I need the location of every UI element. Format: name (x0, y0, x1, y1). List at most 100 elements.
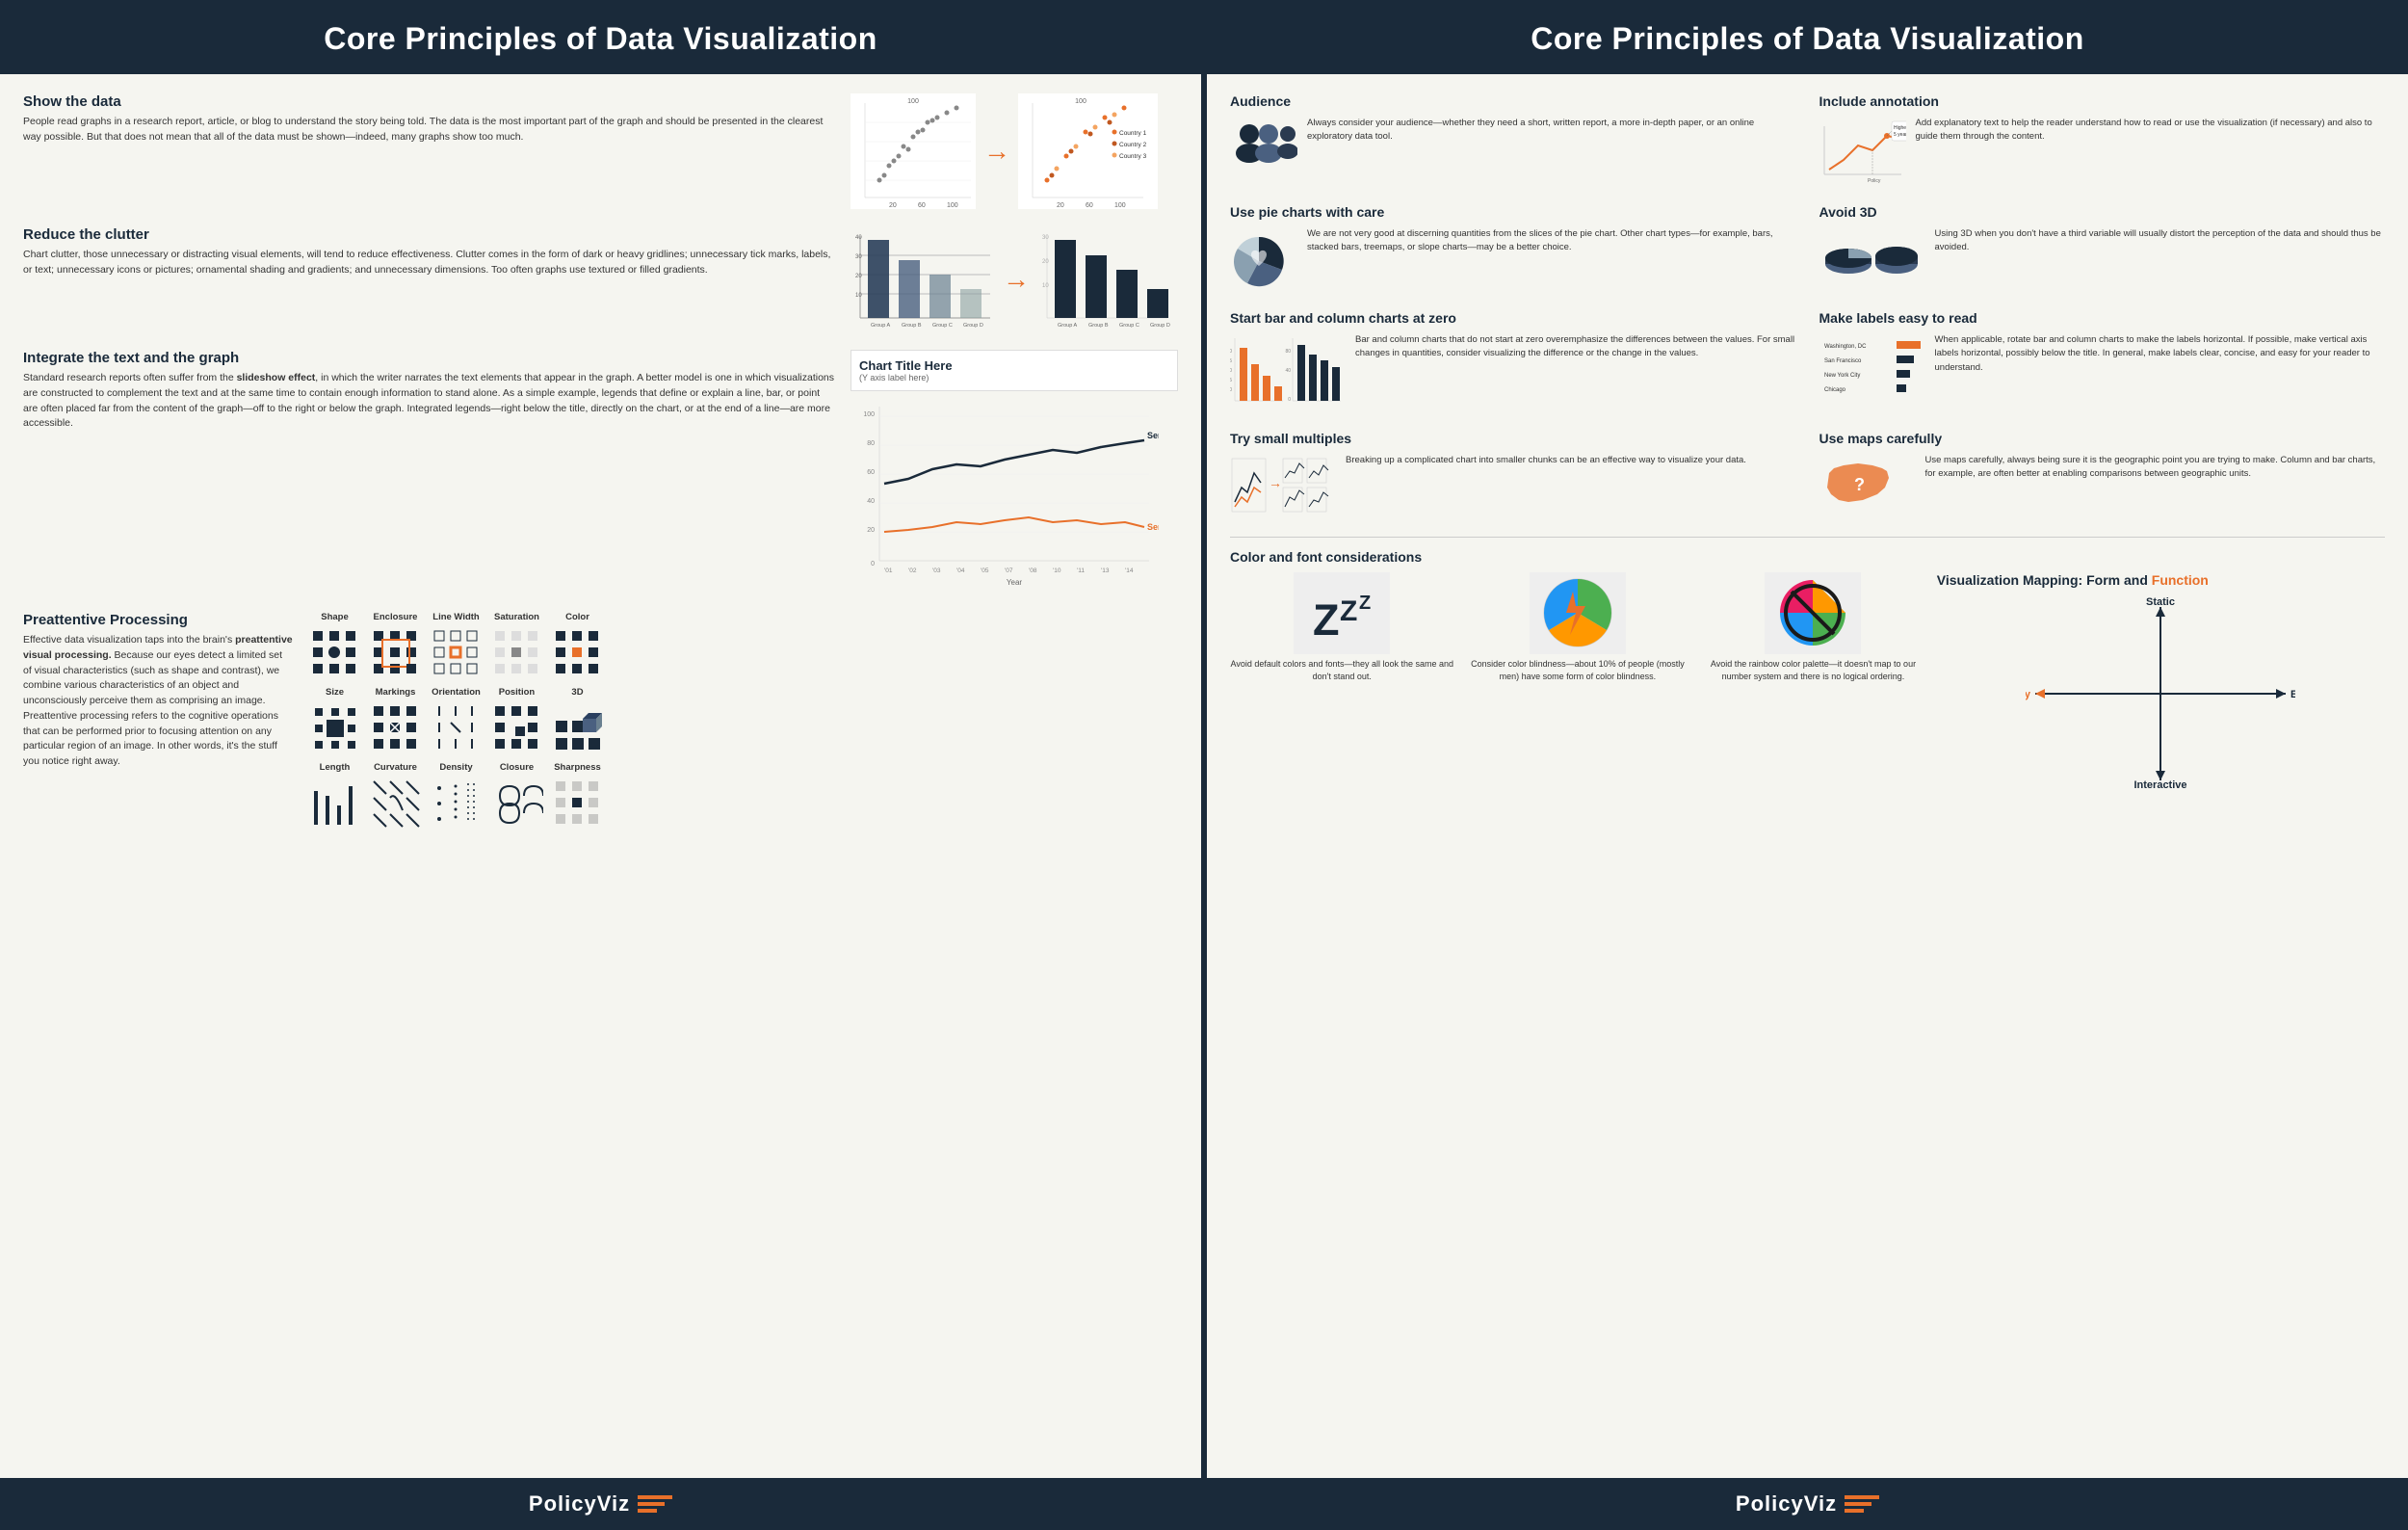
svg-text:20: 20 (867, 527, 875, 534)
labels-section: Make labels easy to read Washington, DC … (1819, 310, 2386, 415)
pre-3d-svg (551, 701, 604, 754)
pre-shape: Shape (308, 612, 361, 679)
footer-line-1 (638, 1495, 672, 1499)
pre-density-svg (430, 777, 483, 830)
svg-text:40: 40 (855, 235, 862, 241)
svg-text:Highest point in: Highest point in (1894, 125, 1906, 131)
avoid3d-text: Using 3D when you don't have a third var… (1935, 227, 2386, 255)
start-zero-chart: 80 75 70 65 60 (1230, 333, 1346, 410)
svg-text:0: 0 (1288, 397, 1291, 403)
svg-text:'05: '05 (981, 567, 989, 574)
preattentive-title: Preattentive Processing (23, 612, 293, 628)
annotation-section: Include annotation (1819, 93, 2386, 189)
svg-text:Group C: Group C (932, 323, 953, 329)
pie-chart-icon (1230, 227, 1297, 290)
svg-text:80: 80 (867, 440, 875, 447)
pie-title: Use pie charts with care (1230, 204, 1796, 220)
pie-icon (1230, 227, 1297, 295)
svg-text:0: 0 (871, 561, 875, 567)
svg-text:60: 60 (918, 202, 926, 209)
start-zero-icon: 80 75 70 65 60 (1230, 333, 1346, 415)
svg-text:'04: '04 (956, 567, 965, 574)
svg-text:New York City: New York City (1824, 373, 1860, 379)
pre-linewidth-label: Line Width (432, 612, 479, 622)
maps-usa-icon: ? (1819, 454, 1916, 516)
audience-section: Audience Always con (1230, 93, 1796, 189)
show-data-title: Show the data (23, 93, 835, 110)
labels-title: Make labels easy to read (1819, 310, 2386, 326)
pre-closure-label: Closure (500, 762, 534, 773)
svg-text:Group C: Group C (1119, 323, 1139, 329)
left-footer-logo: PolicyViz (529, 1491, 672, 1517)
small-multiples-title: Try small multiples (1230, 431, 1796, 446)
left-panel: Core Principles of Data Visualization Sh… (0, 0, 1201, 1530)
pre-shape-svg (308, 626, 361, 679)
svg-text:'13: '13 (1101, 567, 1110, 574)
svg-text:San Francisco: San Francisco (1824, 358, 1862, 364)
scatter-after: 100 (1018, 93, 1158, 209)
arrow-right-2-icon: → (1003, 264, 1030, 295)
brand-name-left: PolicyViz (529, 1491, 630, 1517)
svg-text:→: → (1269, 475, 1282, 490)
color-font-item-3: Avoid the rainbow color palette—it doesn… (1701, 572, 1925, 682)
pre-3d: 3D (551, 687, 604, 754)
svg-text:30: 30 (855, 254, 862, 260)
footer-line-r2 (1845, 1502, 1871, 1506)
pre-size-svg (308, 701, 361, 754)
svg-text:5 years: 5 years (1894, 132, 1906, 138)
viz-mapping-function: Function (2152, 572, 2209, 588)
pre-markings: Markings (369, 687, 422, 754)
pre-saturation-svg (490, 626, 543, 679)
svg-text:Group D: Group D (963, 323, 983, 329)
svg-text:100: 100 (863, 411, 875, 418)
section-preattentive: Preattentive Processing Effective data v… (23, 612, 1178, 830)
audience-text: Always consider your audience—whether th… (1307, 117, 1796, 145)
annotation-title: Include annotation (1819, 93, 2386, 109)
footer-line-r3 (1845, 1509, 1864, 1513)
chart-title: Chart Title Here (859, 358, 1169, 373)
viz-map-container: Static Interactive Explanatory Explorato… (1937, 597, 2385, 790)
pre-enclosure-label: Enclosure (374, 612, 418, 622)
viz-axis-exploratory: Exploratory (2290, 689, 2295, 700)
svg-text:100: 100 (947, 202, 958, 209)
section-integrate: Integrate the text and the graph Standar… (23, 350, 1178, 594)
pre-length-label: Length (320, 762, 351, 773)
maps-text: Use maps carefully, always being sure it… (1925, 454, 2386, 482)
svg-text:Country 3: Country 3 (1119, 153, 1147, 160)
color-font-text-1: Avoid default colors and fonts—they all … (1230, 658, 1454, 682)
right-panel-content: Audience Always con (1207, 74, 2408, 1478)
pre-3d-label: 3D (571, 687, 583, 698)
pre-position: Position (490, 687, 543, 754)
integrate-text: Standard research reports often suffer f… (23, 371, 835, 432)
preattentive-text: Effective data visualization taps into t… (23, 633, 293, 770)
right-grid: Audience Always con (1230, 93, 2385, 790)
section-show-data: Show the data People read graphs in a re… (23, 93, 1178, 209)
color-font-item-1: Z Z Z Avoid default colors and fonts—the… (1230, 572, 1454, 682)
svg-text:100: 100 (1114, 202, 1126, 209)
maps-section: Use maps carefully ? Use maps carefully,… (1819, 431, 2386, 521)
pre-enclosure: Enclosure (369, 612, 422, 679)
pre-color: Color (551, 612, 604, 679)
svg-text:60: 60 (1086, 202, 1093, 209)
svg-text:Washington, DC: Washington, DC (1824, 344, 1867, 350)
svg-text:Group A: Group A (1058, 323, 1078, 329)
svg-text:?: ? (1854, 475, 1865, 494)
pre-color-svg (551, 626, 604, 679)
pre-linewidth-svg (430, 626, 483, 679)
svg-text:'02: '02 (908, 567, 917, 574)
svg-text:75: 75 (1230, 358, 1232, 364)
avoid3d-icon (1819, 227, 1925, 295)
avoid3d-section: Avoid 3D (1819, 204, 2386, 295)
viz-mapping-title: Visualization Mapping: Form and Function (1937, 572, 2385, 588)
pie-section: Use pie charts with care (1230, 204, 1796, 295)
svg-text:Group A: Group A (871, 323, 891, 329)
color-font-title: Color and font considerations (1230, 549, 2385, 565)
pre-linewidth: Line Width (430, 612, 483, 679)
svg-text:100: 100 (907, 98, 919, 105)
footer-line-2 (638, 1502, 665, 1506)
viz-axis-explanatory: Explanatory (2026, 689, 2031, 700)
svg-text:'07: '07 (1005, 567, 1013, 574)
svg-text:100: 100 (1075, 98, 1086, 105)
avoid3d-title: Avoid 3D (1819, 204, 2386, 220)
svg-text:'08: '08 (1029, 567, 1037, 574)
